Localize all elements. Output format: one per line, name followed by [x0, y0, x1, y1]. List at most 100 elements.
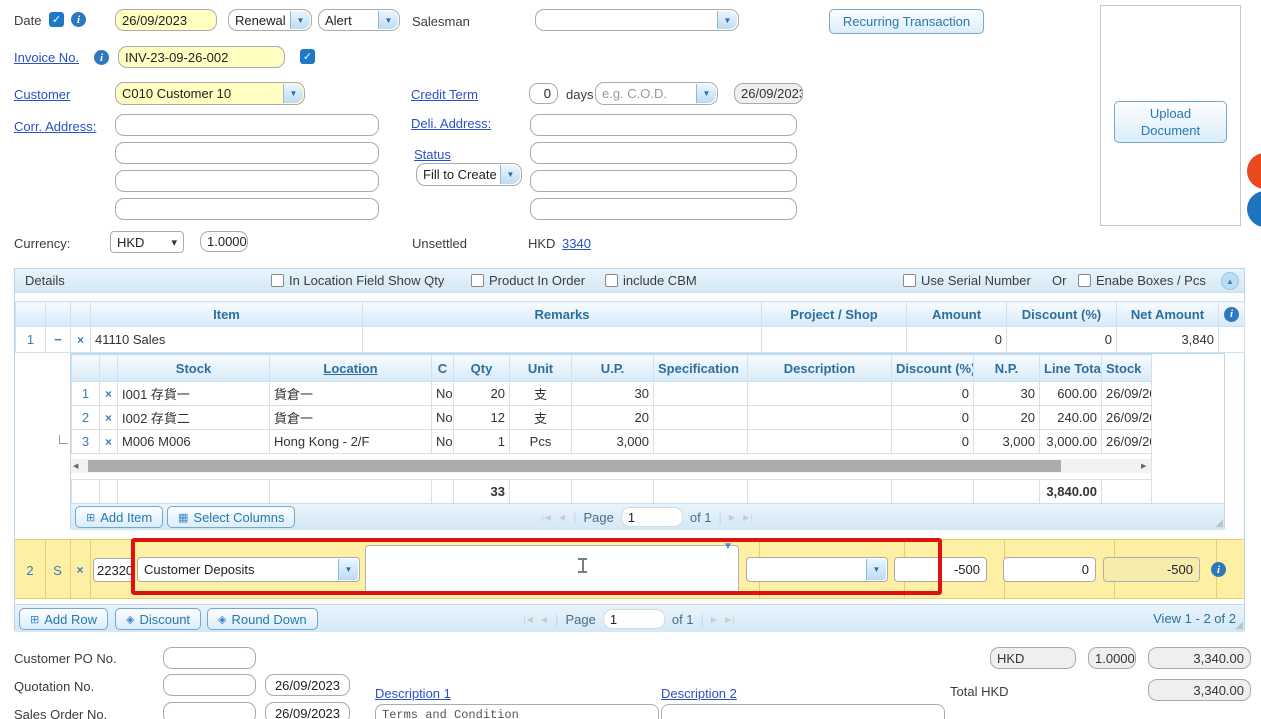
- in-location-qty-checkbox[interactable]: [271, 274, 284, 287]
- recurring-transaction-button[interactable]: Recurring Transaction: [829, 9, 984, 34]
- customer-po-input[interactable]: [163, 647, 256, 669]
- delete-row-icon[interactable]: ×: [100, 406, 118, 430]
- deli-address-input-3[interactable]: [530, 170, 797, 192]
- page-next-icon[interactable]: ▶: [729, 513, 736, 522]
- currency-select[interactable]: HKD▾: [110, 231, 184, 253]
- chevron-down-icon[interactable]: ▼: [283, 84, 303, 103]
- deli-address-input-2[interactable]: [530, 142, 797, 164]
- discount-input[interactable]: 0: [1003, 557, 1096, 582]
- status-link[interactable]: Status: [414, 147, 451, 162]
- qty-cell[interactable]: 12: [454, 406, 510, 430]
- renewal-dropdown[interactable]: Renewal▼: [228, 9, 312, 31]
- product-in-order-checkbox[interactable]: [471, 274, 484, 287]
- scroll-left-icon[interactable]: ◀: [73, 462, 78, 470]
- chevron-down-icon[interactable]: ▼: [717, 11, 737, 29]
- quotation-no-input[interactable]: [163, 674, 256, 696]
- amount-cell[interactable]: 0: [907, 327, 1007, 353]
- corr-address-input-4[interactable]: [115, 198, 379, 220]
- date-checkbox[interactable]: ✓: [49, 12, 64, 27]
- sales-order-no-input[interactable]: [163, 702, 256, 719]
- np-cell[interactable]: 3,000: [974, 430, 1040, 454]
- up-cell[interactable]: 20: [572, 406, 654, 430]
- floating-action-blue-icon[interactable]: [1247, 191, 1261, 227]
- remarks-textarea[interactable]: [365, 545, 739, 595]
- unit-cell[interactable]: 支: [510, 382, 572, 406]
- panel-collapse-icon[interactable]: ▲: [1221, 272, 1239, 290]
- corr-address-link[interactable]: Corr. Address:: [14, 119, 96, 134]
- subgrid-hscrollbar[interactable]: ◀ ▶: [71, 459, 1151, 473]
- c-cell[interactable]: No: [432, 430, 454, 454]
- page-last-icon[interactable]: ▶|: [725, 615, 735, 624]
- date-input[interactable]: 26/09/2023: [115, 9, 217, 31]
- c-cell[interactable]: No: [432, 406, 454, 430]
- spec-cell[interactable]: [654, 430, 748, 454]
- page-first-icon[interactable]: |◀: [524, 615, 534, 624]
- date-info-icon[interactable]: i: [71, 12, 86, 27]
- delete-row-icon[interactable]: ×: [70, 540, 90, 600]
- account-dropdown[interactable]: Customer Deposits▼: [137, 557, 360, 582]
- upload-document-button[interactable]: UploadDocument: [1114, 101, 1227, 143]
- np-cell[interactable]: 30: [974, 382, 1040, 406]
- chevron-down-icon[interactable]: ▼: [338, 559, 358, 580]
- resize-handle-icon[interactable]: ◢: [1215, 519, 1223, 529]
- page-prev-icon[interactable]: ◀: [559, 513, 566, 522]
- unsettled-amount-link[interactable]: 3340: [562, 236, 591, 251]
- page-next-icon[interactable]: ▶: [711, 615, 718, 624]
- amount-input[interactable]: -500: [894, 557, 987, 582]
- page-last-icon[interactable]: ▶|: [743, 513, 753, 522]
- deli-address-input-1[interactable]: [530, 114, 797, 136]
- page-input[interactable]: 1: [621, 507, 683, 527]
- desc-cell[interactable]: [748, 430, 892, 454]
- add-row-button[interactable]: ⊞Add Row: [19, 608, 108, 630]
- include-cbm-checkbox[interactable]: [605, 274, 618, 287]
- credit-type-dropdown[interactable]: e.g. C.O.D.▼: [595, 82, 718, 105]
- credit-days-input[interactable]: 0: [529, 83, 558, 104]
- unit-cell[interactable]: 支: [510, 406, 572, 430]
- unit-cell[interactable]: Pcs: [510, 430, 572, 454]
- deli-address-input-4[interactable]: [530, 198, 797, 220]
- project-shop-dropdown[interactable]: ▼: [746, 557, 888, 582]
- enable-boxes-checkbox[interactable]: [1078, 274, 1091, 287]
- delete-row-icon[interactable]: ×: [100, 382, 118, 406]
- round-down-button[interactable]: ◈Round Down: [207, 608, 318, 630]
- chevron-down-icon[interactable]: ▼: [866, 559, 886, 580]
- delete-row-icon[interactable]: ×: [71, 327, 91, 353]
- discount-cell[interactable]: 0: [892, 406, 974, 430]
- row-info-icon[interactable]: i: [1211, 562, 1226, 577]
- resize-handle-icon[interactable]: ◢: [1235, 621, 1243, 631]
- stock-cell[interactable]: I001 存貨一: [118, 382, 270, 406]
- desc-cell[interactable]: [748, 406, 892, 430]
- location-cell[interactable]: 貨倉一: [270, 406, 432, 430]
- select-columns-button[interactable]: ▦Select Columns: [167, 506, 295, 528]
- use-serial-number-checkbox[interactable]: [903, 274, 916, 287]
- spec-cell[interactable]: [654, 406, 748, 430]
- collapse-row-icon[interactable]: −: [46, 327, 71, 353]
- scrollbar-thumb[interactable]: [88, 460, 1061, 472]
- invoice-no-link[interactable]: Invoice No.: [14, 50, 79, 65]
- discount-cell[interactable]: 0: [1007, 327, 1117, 353]
- c-cell[interactable]: No: [432, 382, 454, 406]
- remarks-cell[interactable]: [363, 327, 762, 353]
- description2-textarea[interactable]: [661, 704, 945, 719]
- net-amount-cell[interactable]: 3,840: [1117, 327, 1219, 353]
- spec-cell[interactable]: [654, 382, 748, 406]
- alert-dropdown[interactable]: Alert▼: [318, 9, 400, 31]
- location-cell[interactable]: Hong Kong - 2/F: [270, 430, 432, 454]
- customer-dropdown[interactable]: C010 Customer 10▼: [115, 82, 305, 105]
- np-cell[interactable]: 20: [974, 406, 1040, 430]
- salesman-dropdown[interactable]: ▼: [535, 9, 739, 31]
- account-code-input[interactable]: 22320: [93, 558, 135, 582]
- add-item-button[interactable]: ⊞Add Item: [75, 506, 163, 528]
- description1-link[interactable]: Description 1: [375, 686, 451, 701]
- corr-address-input-1[interactable]: [115, 114, 379, 136]
- desc-cell[interactable]: [748, 382, 892, 406]
- invoice-no-input[interactable]: INV-23-09-26-002: [118, 46, 285, 68]
- up-cell[interactable]: 3,000: [572, 430, 654, 454]
- discount-cell[interactable]: 0: [892, 382, 974, 406]
- stock-cell[interactable]: M006 M006: [118, 430, 270, 454]
- page-prev-icon[interactable]: ◀: [541, 615, 548, 624]
- up-cell[interactable]: 30: [572, 382, 654, 406]
- delete-row-icon[interactable]: ×: [100, 430, 118, 454]
- exchange-rate-input[interactable]: 1.0000: [200, 231, 248, 252]
- corr-address-input-2[interactable]: [115, 142, 379, 164]
